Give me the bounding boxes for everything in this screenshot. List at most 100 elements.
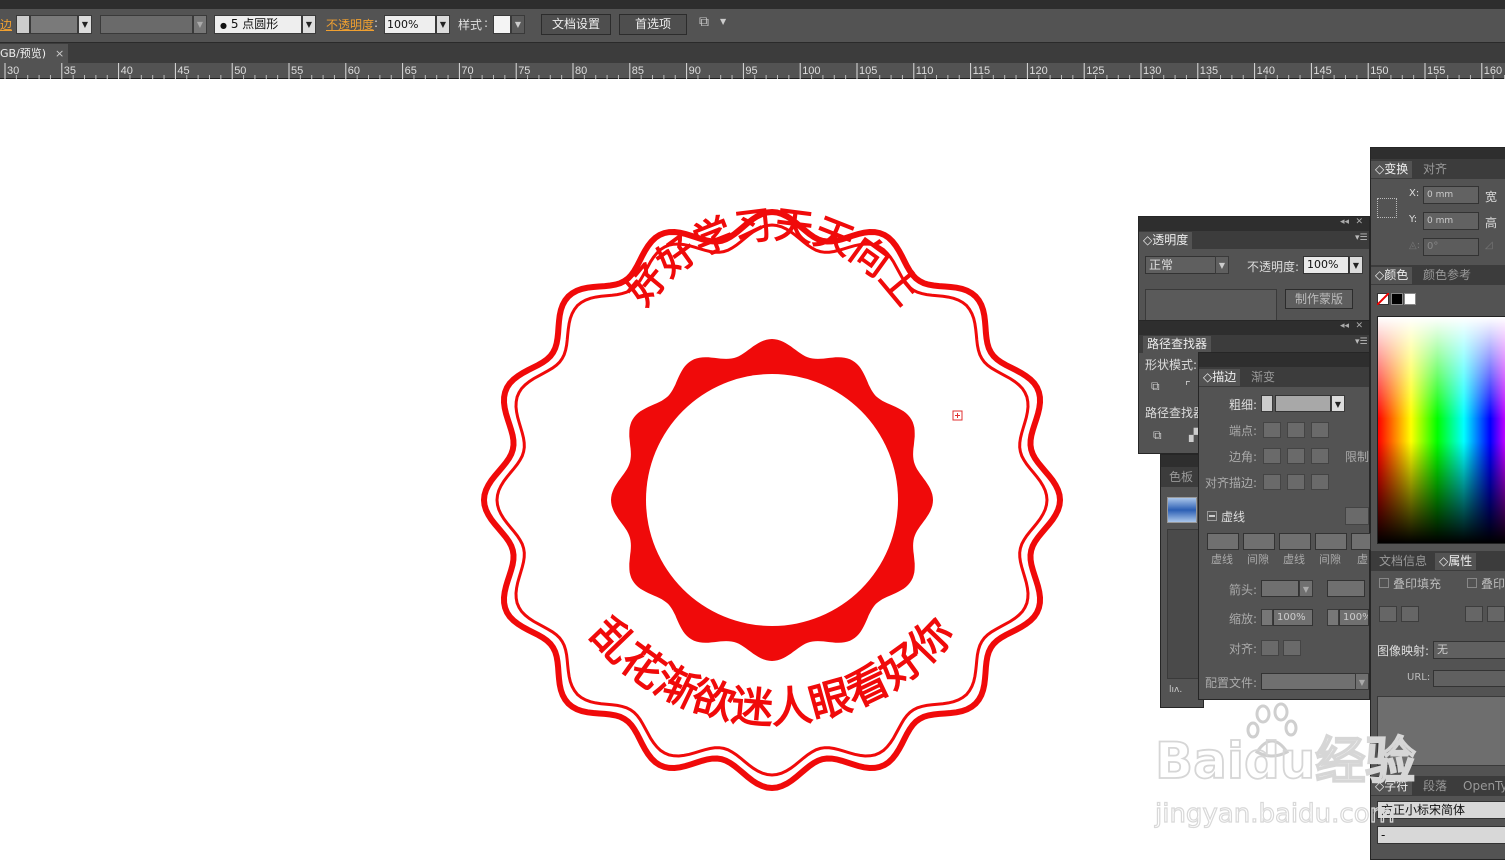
- mask-thumbnail[interactable]: [1145, 289, 1277, 321]
- stroke-stepper[interactable]: [16, 15, 30, 34]
- blend-mode-dropdown[interactable]: 正常: [1145, 256, 1221, 274]
- transparency-opacity-arrow[interactable]: ▼: [1349, 256, 1363, 274]
- tab-document-info[interactable]: 文档信息: [1375, 553, 1431, 570]
- miter-join-button[interactable]: [1263, 448, 1281, 464]
- gradient-swatch[interactable]: [1167, 497, 1197, 523]
- arrow-align-button-2[interactable]: [1283, 640, 1301, 656]
- font-style-field[interactable]: -: [1377, 826, 1505, 844]
- collapse-icon[interactable]: ◂◂: [1340, 217, 1349, 227]
- tab-align[interactable]: 对齐: [1419, 161, 1451, 178]
- bevel-join-button[interactable]: [1311, 448, 1329, 464]
- stroke-label[interactable]: 边: [0, 16, 12, 33]
- align-outside-button[interactable]: [1311, 474, 1329, 490]
- blend-mode-arrow[interactable]: ▼: [1215, 256, 1229, 274]
- dash-field-3[interactable]: [1351, 533, 1371, 550]
- panel-menu-icon[interactable]: ▾☰: [1355, 234, 1368, 243]
- image-map-dropdown[interactable]: 无: [1433, 641, 1505, 659]
- projecting-cap-button[interactable]: [1311, 422, 1329, 438]
- round-cap-button[interactable]: [1287, 422, 1305, 438]
- black-swatch[interactable]: [1391, 293, 1403, 305]
- none-swatch-icon[interactable]: [1377, 293, 1389, 305]
- attr-button-4[interactable]: [1487, 606, 1505, 622]
- style-swatch[interactable]: [493, 15, 511, 34]
- brush-dropdown-arrow[interactable]: ▼: [302, 15, 316, 34]
- opacity-field[interactable]: 100%: [384, 15, 436, 34]
- font-family-field[interactable]: 方正小标宋简体: [1377, 801, 1505, 819]
- opacity-label[interactable]: 不透明度: [326, 16, 374, 33]
- url-field[interactable]: [1433, 670, 1505, 687]
- weight-field[interactable]: [1275, 395, 1331, 412]
- color-spectrum[interactable]: [1377, 316, 1505, 544]
- tab-transparency[interactable]: ◇透明度: [1139, 232, 1193, 249]
- profile-dropdown[interactable]: [1261, 673, 1357, 690]
- pathfinder-close-icon[interactable]: ✕: [1355, 321, 1363, 331]
- end-scale-field[interactable]: 100%: [1339, 609, 1369, 626]
- arrange-icon[interactable]: ⧉: [699, 14, 709, 30]
- minus-front-icon[interactable]: ⌜: [1185, 379, 1191, 393]
- stroke-weight-dropdown[interactable]: ▼: [78, 15, 92, 34]
- tab-swatches[interactable]: 色板: [1165, 469, 1197, 486]
- unite-icon[interactable]: ⧉: [1151, 379, 1160, 394]
- seal-artwork[interactable]: 好好学习天天向上 乱花渐欲迷人眼看好你: [470, 200, 1075, 800]
- rotate-field[interactable]: 0°: [1423, 238, 1479, 256]
- arrange-dropdown-icon[interactable]: ▼: [720, 17, 726, 26]
- overprint-fill-checkbox[interactable]: [1379, 578, 1389, 588]
- align-inside-button[interactable]: [1287, 474, 1305, 490]
- start-arrow-dropdown[interactable]: [1261, 580, 1299, 597]
- pathfinder-menu-icon[interactable]: ▾☰: [1355, 338, 1368, 347]
- start-scale-field[interactable]: 100%: [1273, 609, 1313, 626]
- overprint-stroke-checkbox[interactable]: [1467, 578, 1477, 588]
- tab-pathfinder[interactable]: 路径查找器: [1143, 336, 1212, 353]
- scale-stepper[interactable]: [1261, 609, 1273, 626]
- swatches-list[interactable]: [1167, 529, 1199, 679]
- tab-color-guide[interactable]: 颜色参考: [1419, 267, 1475, 284]
- attr-button-2[interactable]: [1401, 606, 1419, 622]
- dashed-line-checkbox[interactable]: [1207, 511, 1217, 521]
- white-swatch[interactable]: [1404, 293, 1416, 305]
- tab-paragraph[interactable]: 段落: [1419, 778, 1451, 795]
- variable-width-arrow[interactable]: ▼: [193, 15, 207, 34]
- arrow-align-button-1[interactable]: [1261, 640, 1279, 656]
- tab-opentype[interactable]: OpenTy: [1459, 778, 1505, 795]
- swatch-library-icon[interactable]: lıʌ.: [1169, 685, 1182, 695]
- close-panel-icon[interactable]: ✕: [1355, 217, 1363, 227]
- tab-stroke[interactable]: ◇描边: [1199, 369, 1241, 386]
- divide-icon[interactable]: ⧉: [1153, 428, 1162, 443]
- attr-button-3[interactable]: [1465, 606, 1483, 622]
- brush-dropdown[interactable]: ● 5 点圆形: [214, 15, 302, 34]
- trim-icon[interactable]: ▞: [1189, 428, 1198, 442]
- x-field[interactable]: 0 mm: [1423, 186, 1479, 204]
- butt-cap-button[interactable]: [1263, 422, 1281, 438]
- gap-field-2[interactable]: [1315, 533, 1347, 550]
- tab-attributes[interactable]: ◇属性: [1435, 553, 1477, 570]
- tab-character[interactable]: ◇字符: [1371, 778, 1413, 795]
- variable-width-dropdown[interactable]: [100, 15, 193, 34]
- attr-button-1[interactable]: [1379, 606, 1397, 622]
- anchor-point-icon[interactable]: [952, 410, 963, 421]
- stroke-weight-field[interactable]: [30, 15, 78, 34]
- start-arrow-arrow[interactable]: ▼: [1299, 580, 1313, 597]
- weight-dropdown[interactable]: ▼: [1331, 395, 1345, 412]
- reference-point-icon[interactable]: [1377, 198, 1397, 218]
- tab-color[interactable]: ◇颜色: [1371, 267, 1413, 284]
- y-field[interactable]: 0 mm: [1423, 212, 1479, 230]
- document-tab[interactable]: GB/预览) ×: [0, 44, 68, 63]
- end-arrow-dropdown[interactable]: [1327, 580, 1365, 597]
- close-tab-icon[interactable]: ×: [55, 44, 64, 63]
- dash-align-button[interactable]: [1345, 507, 1369, 525]
- horizontal-ruler[interactable]: 30 35 40 45 50 55 60 65 70 75 80 85 90 95 100 105 110 115…: [0, 63, 1505, 79]
- attributes-notes-area[interactable]: [1377, 696, 1505, 766]
- profile-dropdown-arrow[interactable]: ▼: [1355, 673, 1369, 690]
- weight-stepper[interactable]: [1261, 395, 1273, 412]
- document-setup-button[interactable]: 文档设置: [541, 14, 611, 35]
- transparency-opacity-field[interactable]: 100%: [1303, 256, 1349, 274]
- style-dropdown[interactable]: ▼: [511, 15, 525, 34]
- gap-field-1[interactable]: [1243, 533, 1275, 550]
- align-center-button[interactable]: [1263, 474, 1281, 490]
- make-mask-button[interactable]: 制作蒙版: [1285, 289, 1353, 309]
- dash-field-1[interactable]: [1207, 533, 1239, 550]
- round-join-button[interactable]: [1287, 448, 1305, 464]
- scale-stepper-2[interactable]: [1327, 609, 1339, 626]
- pathfinder-collapse-icon[interactable]: ◂◂: [1340, 321, 1349, 331]
- tab-gradient[interactable]: 渐变: [1247, 369, 1279, 386]
